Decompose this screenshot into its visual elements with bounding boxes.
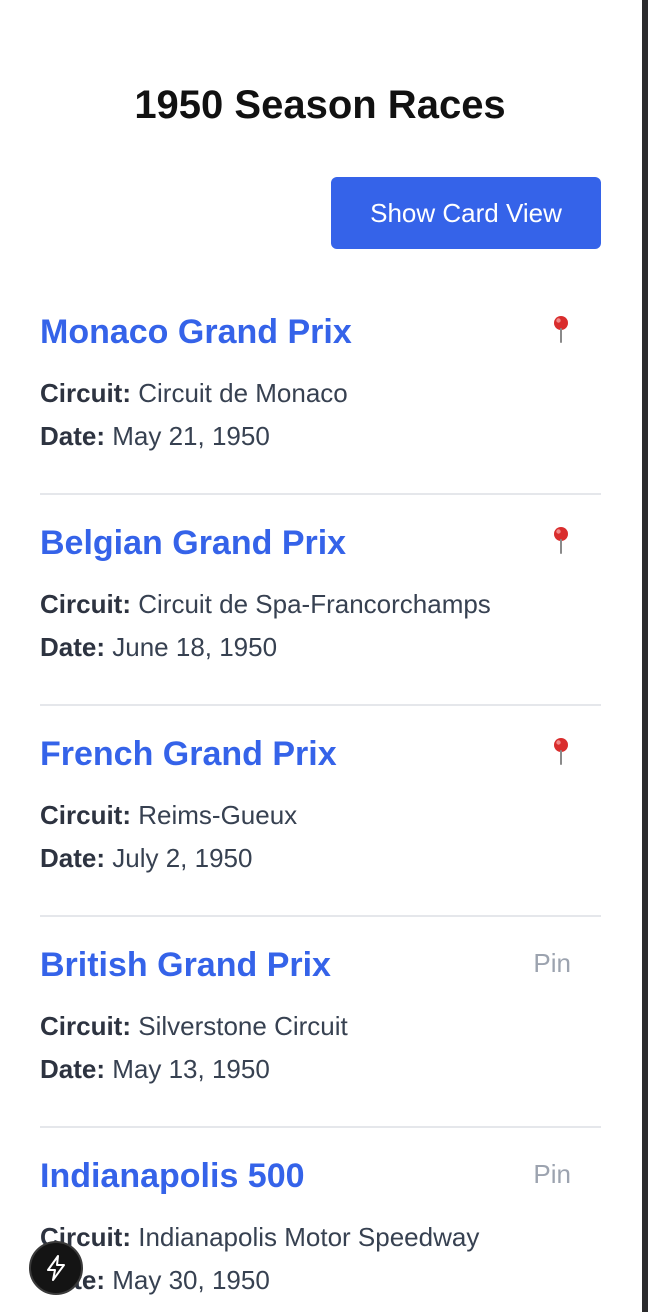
- circuit-value: Indianapolis Motor Speedway: [138, 1222, 480, 1252]
- show-card-view-button[interactable]: Show Card View: [331, 177, 601, 249]
- date-label: Date:: [40, 421, 106, 451]
- race-list-item: Monaco Grand Prix Circuit: Circuit de Mo…: [40, 284, 601, 495]
- unpin-button[interactable]: [551, 314, 571, 346]
- window-edge: [642, 0, 648, 1312]
- circuit-value: Reims-Gueux: [138, 800, 298, 830]
- race-date: Date: May 21, 1950: [40, 420, 270, 452]
- race-circuit: Circuit: Indianapolis Motor Speedway: [40, 1221, 479, 1253]
- race-circuit: Circuit: Reims-Gueux: [40, 799, 297, 831]
- pin-button[interactable]: Pin: [533, 947, 571, 979]
- race-list-item: British Grand Prix Pin Circuit: Silverst…: [40, 917, 601, 1128]
- circuit-value: Silverstone Circuit: [138, 1011, 348, 1041]
- date-label: Date:: [40, 632, 106, 662]
- race-name-link[interactable]: Monaco Grand Prix: [40, 312, 352, 352]
- date-label: Date:: [40, 843, 106, 873]
- race-name-link[interactable]: Belgian Grand Prix: [40, 523, 346, 563]
- race-name-link[interactable]: British Grand Prix: [40, 945, 331, 985]
- race-list: Monaco Grand Prix Circuit: Circuit de Mo…: [40, 284, 601, 1312]
- unpin-button[interactable]: [551, 525, 571, 557]
- circuit-value: Circuit de Monaco: [138, 378, 348, 408]
- race-name-link[interactable]: Indianapolis 500: [40, 1156, 305, 1196]
- pin-label: Pin: [533, 1159, 571, 1189]
- date-label: Date:: [40, 1054, 106, 1084]
- pushpin-icon: [554, 738, 568, 765]
- race-circuit: Circuit: Silverstone Circuit: [40, 1010, 348, 1042]
- race-date: Date: July 2, 1950: [40, 842, 252, 874]
- date-value: May 30, 1950: [112, 1265, 270, 1295]
- dev-tools-button[interactable]: [29, 1241, 83, 1295]
- date-value: June 18, 1950: [112, 632, 278, 662]
- page-title: 1950 Season Races: [134, 83, 506, 127]
- circuit-label: Circuit:: [40, 378, 131, 408]
- race-circuit: Circuit: Circuit de Spa-Francorchamps: [40, 588, 491, 620]
- circuit-label: Circuit:: [40, 800, 131, 830]
- unpin-button[interactable]: [551, 736, 571, 768]
- race-list-item: Indianapolis 500 Pin Circuit: Indianapol…: [40, 1128, 601, 1312]
- race-list-item: French Grand Prix Circuit: Reims-Gueux D…: [40, 706, 601, 917]
- lightning-bolt-icon: [47, 1255, 65, 1281]
- date-value: May 13, 1950: [112, 1054, 270, 1084]
- date-value: May 21, 1950: [112, 421, 270, 451]
- race-name-link[interactable]: French Grand Prix: [40, 734, 337, 774]
- circuit-label: Circuit:: [40, 1011, 131, 1041]
- circuit-value: Circuit de Spa-Francorchamps: [138, 589, 491, 619]
- race-list-item: Belgian Grand Prix Circuit: Circuit de S…: [40, 495, 601, 706]
- race-circuit: Circuit: Circuit de Monaco: [40, 377, 348, 409]
- pushpin-icon: [554, 527, 568, 554]
- pushpin-icon: [554, 316, 568, 343]
- pin-label: Pin: [533, 948, 571, 978]
- circuit-label: Circuit:: [40, 589, 131, 619]
- race-date: Date: June 18, 1950: [40, 631, 277, 663]
- pin-button[interactable]: Pin: [533, 1158, 571, 1190]
- race-date: Date: May 13, 1950: [40, 1053, 270, 1085]
- app-page: 1950 Season Races Show Card View Monaco …: [0, 0, 648, 1312]
- date-value: July 2, 1950: [112, 843, 253, 873]
